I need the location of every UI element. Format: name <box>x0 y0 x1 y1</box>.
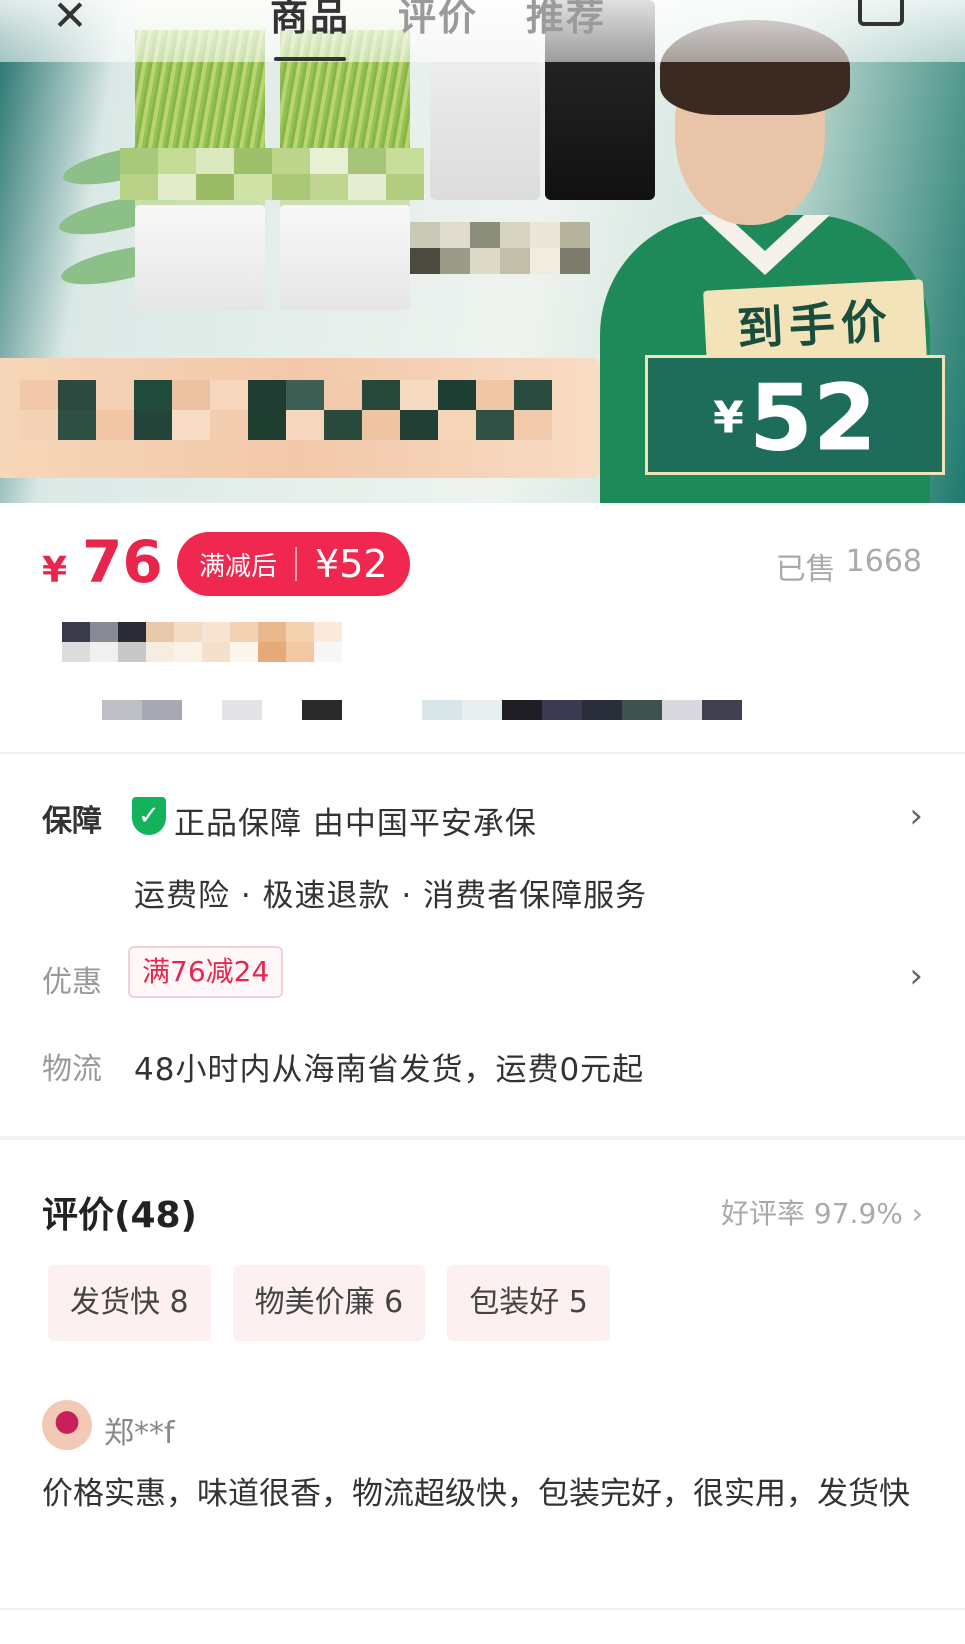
product-hero-image[interactable]: 到手价 ¥ 52 ✕ 商品 评价 推荐 <box>0 0 965 503</box>
chevron-right-icon[interactable]: › <box>909 796 923 836</box>
section-divider <box>0 752 965 754</box>
price-current: 76 <box>82 528 163 596</box>
promo-banner <box>0 358 600 478</box>
guarantee-services[interactable]: 运费险 · 极速退款 · 消费者保障服务 <box>134 870 647 915</box>
review-tag[interactable]: 发货快 8 <box>48 1265 211 1341</box>
price-currency: ¥ <box>42 550 68 591</box>
sold-count: 已售 1668 <box>776 544 922 588</box>
positive-rate: 好评率 97.9% <box>721 1197 903 1230</box>
review-username: 郑**f <box>104 1416 175 1451</box>
tab-product[interactable]: 商品 <box>270 0 350 61</box>
price-row: ¥ 76 满减后 ¥52 已售 1668 <box>42 528 922 602</box>
avatar <box>42 1400 92 1450</box>
censored-area <box>20 380 552 440</box>
censored-area <box>120 148 424 200</box>
nav-tabs: 商品 评价 推荐 <box>270 0 606 61</box>
censored-title <box>102 700 742 720</box>
chevron-right-icon[interactable]: › <box>909 956 923 996</box>
section-divider <box>0 1136 965 1140</box>
chevron-right-icon: › <box>911 1197 923 1230</box>
logistics-text: 48小时内从海南省发货，运费0元起 <box>134 1052 645 1088</box>
review-text[interactable]: 价格实惠，味道很香，物流超级快，包装完好，很实用，发货快 <box>42 1470 922 1518</box>
review-tag[interactable]: 包装好 5 <box>447 1265 610 1341</box>
product-jar-base <box>280 205 410 310</box>
hero-price-tag: 到手价 ¥ 52 <box>645 279 945 475</box>
logistics-label: 物流 <box>42 1052 102 1087</box>
product-jar-base <box>135 205 265 310</box>
after-discount-label: 满减后 <box>199 551 278 582</box>
positive-rate-link[interactable]: 好评率 97.9% › <box>721 1192 923 1232</box>
review-tags: 发货快 8 物美价廉 6 包装好 5 <box>48 1265 610 1341</box>
review-tag[interactable]: 物美价廉 6 <box>232 1265 426 1341</box>
after-discount-price: ¥52 <box>315 542 388 586</box>
hero-tag-value: 52 <box>748 364 877 472</box>
hero-tag-price: ¥ 52 <box>645 355 945 475</box>
shield-check-icon: ✓ <box>132 797 166 835</box>
guarantee-label: 保障 <box>42 804 102 839</box>
discount-coupon[interactable]: 满76减24 <box>128 946 284 998</box>
censored-area <box>410 222 590 274</box>
badge-divider <box>295 547 298 581</box>
section-divider <box>0 1608 965 1610</box>
cart-icon[interactable] <box>858 0 904 26</box>
sold-value: 1668 <box>845 544 922 579</box>
reviews-title[interactable]: 评价(48) <box>42 1186 197 1238</box>
tab-recommend[interactable]: 推荐 <box>526 0 606 49</box>
guarantee-text: 正品保障 由中国平安承保 <box>174 806 537 842</box>
discount-label: 优惠 <box>42 965 102 1000</box>
close-icon[interactable]: ✕ <box>44 0 96 38</box>
censored-title <box>62 622 342 662</box>
tab-reviews[interactable]: 评价 <box>398 0 478 49</box>
sold-label: 已售 <box>775 552 836 587</box>
after-discount-badge: 满减后 ¥52 <box>177 532 410 596</box>
hero-tag-currency: ¥ <box>713 392 744 444</box>
